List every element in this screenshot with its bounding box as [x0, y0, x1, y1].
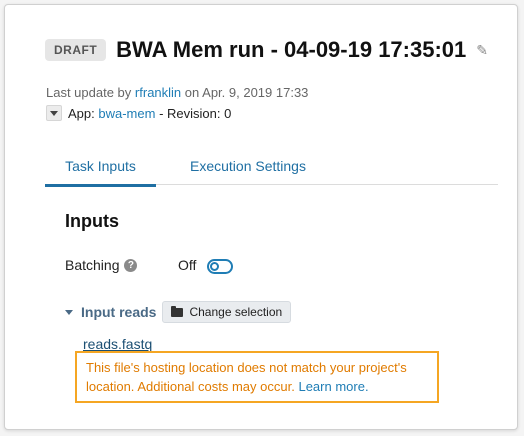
- caret-down-icon: [50, 110, 58, 116]
- tab-task-inputs[interactable]: Task Inputs: [45, 158, 156, 187]
- app-label: App:: [68, 105, 95, 121]
- pencil-icon[interactable]: ✎: [476, 42, 488, 59]
- app-link[interactable]: bwa-mem: [98, 106, 155, 121]
- tab-execution-settings[interactable]: Execution Settings: [190, 158, 306, 174]
- last-update-date: on Apr. 9, 2019 17:33: [184, 85, 309, 100]
- title-row: DRAFT BWA Mem run - 04-09-19 17:35:01 ✎: [45, 37, 488, 63]
- toggle-knob: [210, 262, 219, 271]
- input-reads-label[interactable]: Input reads: [81, 304, 156, 320]
- file-link[interactable]: reads.fastq: [83, 336, 152, 352]
- batching-state-label: Off: [178, 257, 197, 273]
- batching-toggle[interactable]: [207, 259, 233, 274]
- folder-icon: [171, 305, 184, 317]
- app-dropdown-button[interactable]: [46, 105, 62, 121]
- task-card: DRAFT BWA Mem run - 04-09-19 17:35:01 ✎ …: [4, 4, 518, 430]
- app-row: App: bwa-mem - Revision: 0: [46, 105, 231, 121]
- change-selection-button[interactable]: Change selection: [162, 301, 292, 323]
- learn-more-link[interactable]: Learn more.: [298, 379, 368, 394]
- batching-label: Batching: [65, 257, 120, 273]
- last-update: Last update by rfranklin on Apr. 9, 2019…: [46, 85, 308, 100]
- inputs-heading: Inputs: [65, 211, 119, 231]
- input-reads-row: Input reads Change selection: [65, 301, 292, 323]
- location-warning: This file's hosting location does not ma…: [75, 351, 439, 403]
- collapse-caret-icon[interactable]: [65, 309, 73, 315]
- revision-text: - Revision: 0: [159, 105, 232, 121]
- last-update-prefix: Last update by: [46, 85, 132, 100]
- page-title: BWA Mem run - 04-09-19 17:35:01: [116, 37, 467, 62]
- user-link[interactable]: rfranklin: [135, 85, 181, 100]
- help-icon[interactable]: ?: [124, 258, 138, 272]
- batching-row: Batching ?: [65, 257, 138, 273]
- draft-badge: DRAFT: [45, 39, 107, 61]
- tab-bar: Task Inputs Execution Settings: [45, 149, 498, 187]
- change-selection-label: Change selection: [189, 305, 283, 319]
